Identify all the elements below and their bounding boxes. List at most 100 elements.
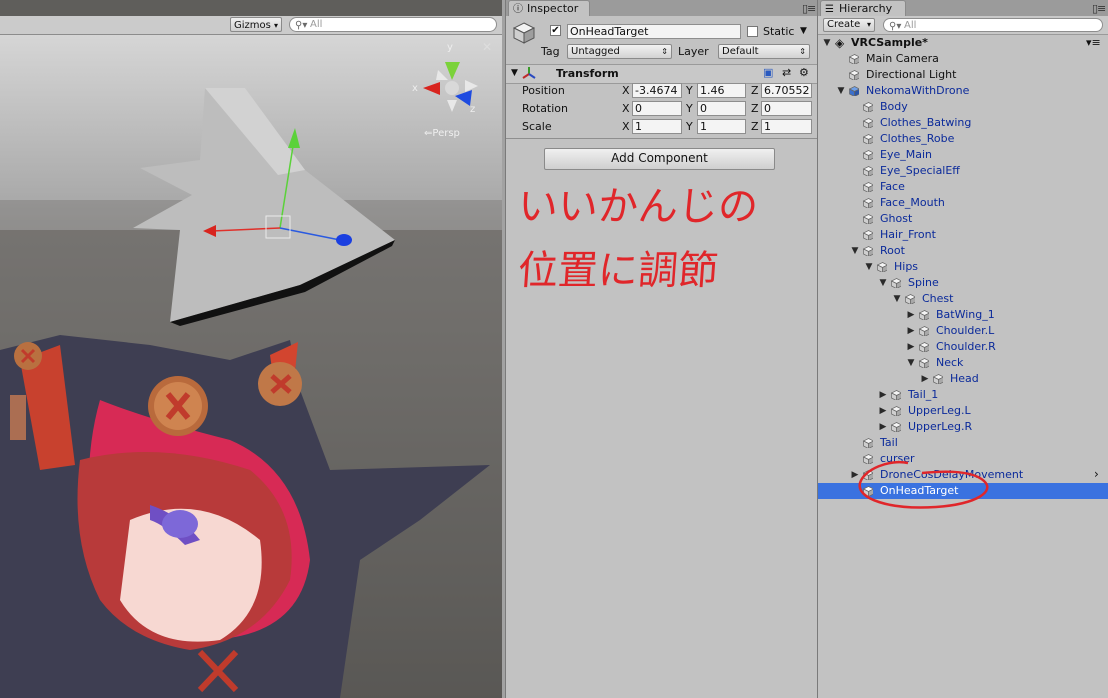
gameobject-cube-icon [863,166,873,176]
scale-y-label: Y [686,120,693,133]
hierarchy-item[interactable]: ▶ Tail_1 [818,387,1108,403]
fold-open-icon[interactable]: ▼ [906,355,916,371]
hierarchy-search-placeholder: All [904,20,917,31]
hierarchy-item[interactable]: ▶ Choulder.R [818,339,1108,355]
fold-closed-icon[interactable]: ▶ [878,387,888,403]
hierarchy-item[interactable]: Tail [818,435,1108,451]
gameobject-cube-icon [919,310,929,320]
hierarchy-item[interactable]: ▶ UpperLeg.L [818,403,1108,419]
hierarchy-item[interactable]: Face [818,179,1108,195]
hierarchy-item[interactable]: Eye_Main [818,147,1108,163]
fold-closed-icon[interactable]: ▶ [878,403,888,419]
hierarchy-item-label: Choulder.R [936,340,996,353]
scene-menu-icon[interactable]: ▾≡ [1086,35,1101,51]
fold-open-icon[interactable]: ▼ [850,243,860,259]
fold-closed-icon[interactable]: ▶ [920,371,930,387]
hierarchy-item[interactable]: ▶ UpperLeg.R [818,419,1108,435]
position-y-field[interactable]: 1.46 [697,83,746,98]
scene-search-input[interactable]: ⚲▾ All [289,17,497,32]
tag-dropdown[interactable]: Untagged ⇕ [567,44,672,59]
gameobject-cube-icon [863,134,873,144]
hierarchy-search-input[interactable]: ⚲▾ All [883,18,1103,32]
gameobject-cube-icon [513,22,535,44]
hierarchy-item-label: Tail_1 [908,388,939,401]
scene-root-row[interactable]: ▼ ◈ VRCSample* ▾≡ [818,35,1108,51]
tag-label: Tag [541,45,560,58]
static-chevron-down-icon[interactable]: ▼ [800,26,807,36]
fold-closed-icon[interactable]: ▶ [906,323,916,339]
tag-value: Untagged [571,46,620,57]
create-dropdown[interactable]: Create ▾ [823,18,875,32]
lock-icon[interactable]: ▯≡ [802,2,816,15]
position-z-field[interactable]: 6.70552 [761,83,812,98]
help-icon[interactable]: ▣ [763,66,773,79]
hierarchy-item[interactable]: ▼ Hips [818,259,1108,275]
hierarchy-item[interactable]: Ghost [818,211,1108,227]
chevron-down-icon: ▾ [273,21,278,30]
hierarchy-item[interactable]: Face_Mouth [818,195,1108,211]
panel-menu-icon[interactable]: ▯≡ [1092,2,1106,15]
static-label: Static [763,25,795,38]
gizmos-dropdown[interactable]: Gizmos ▾ [230,17,282,32]
active-checkbox[interactable]: ✔ [550,25,561,36]
fold-open-icon[interactable]: ▼ [878,275,888,291]
hierarchy-item[interactable]: ▼ Neck [818,355,1108,371]
fold-open-icon[interactable]: ▼ [511,68,518,78]
scene-view[interactable]: Gizmos ▾ ⚲▾ All y x z ⇐Persp ✕ [0,0,502,698]
fold-open-icon[interactable]: ▼ [892,291,902,307]
tab-inspector[interactable]: ⓘ Inspector [508,0,590,16]
add-component-button[interactable]: Add Component [544,148,775,170]
highlight-circle [858,460,989,509]
rotation-x-field[interactable]: 0 [632,101,682,116]
fold-closed-icon[interactable]: ▶ [906,339,916,355]
hierarchy-item[interactable]: Clothes_Batwing [818,115,1108,131]
hierarchy-item-label: Spine [908,276,939,289]
chevron-right-icon[interactable]: › [1094,467,1099,481]
gameobject-cube-icon [863,246,873,256]
tab-hierarchy[interactable]: ☰ Hierarchy [820,0,906,16]
rotation-y-field[interactable]: 0 [697,101,746,116]
axis-x-label: x [412,83,418,94]
hierarchy-item[interactable]: ▼ Spine [818,275,1108,291]
object-name-input[interactable]: OnHeadTarget [567,24,741,39]
hierarchy-item-label: Chest [922,292,954,305]
hierarchy-item[interactable]: ▼ Root [818,243,1108,259]
rotation-z-field[interactable]: 0 [761,101,812,116]
fold-closed-icon[interactable]: ▶ [878,419,888,435]
hierarchy-item[interactable]: Hair_Front [818,227,1108,243]
hierarchy-item[interactable]: ▶ Choulder.L [818,323,1108,339]
scale-z-field[interactable]: 1 [761,119,812,134]
fold-closed-icon[interactable]: ▶ [906,307,916,323]
inspector-tab-label: Inspector [527,2,579,15]
search-icon: ⚲▾ [295,20,308,31]
hierarchy-item[interactable]: Main Camera [818,51,1108,67]
position-x-field[interactable]: -3.4674 [632,83,682,98]
hierarchy-item-label: Hips [894,260,919,273]
hierarchy-item[interactable]: ▶ BatWing_1 [818,307,1108,323]
scale-label: Scale [522,120,552,133]
position-z-label: Z [751,84,759,97]
hierarchy-item[interactable]: Body [818,99,1108,115]
close-icon[interactable]: ✕ [482,40,492,54]
fold-open-icon[interactable]: ▼ [822,35,832,51]
hierarchy-item[interactable]: Clothes_Robe [818,131,1108,147]
hierarchy-item[interactable]: ▼ Chest [818,291,1108,307]
layer-dropdown[interactable]: Default ⇕ [718,44,810,59]
hierarchy-item[interactable]: ▶ Head [818,371,1108,387]
scale-z-label: Z [751,120,759,133]
hierarchy-item[interactable]: ▼ NekomaWithDrone [818,83,1108,99]
gameobject-cube-icon [905,294,915,304]
hierarchy-item[interactable]: Directional Light [818,67,1108,83]
settings-icon[interactable]: ⇄ [782,66,791,79]
scale-y-field[interactable]: 1 [697,119,746,134]
scene-search-placeholder: All [310,19,323,30]
position-y-label: Y [686,84,693,97]
hierarchy-item[interactable]: Eye_SpecialEff [818,163,1108,179]
gameobject-cube-icon [919,326,929,336]
scale-x-field[interactable]: 1 [632,119,682,134]
projection-toggle[interactable]: ⇐Persp [424,128,460,139]
fold-open-icon[interactable]: ▼ [864,259,874,275]
gear-icon[interactable]: ⚙ [799,66,809,79]
fold-open-icon[interactable]: ▼ [836,83,846,99]
static-checkbox[interactable] [747,26,758,37]
